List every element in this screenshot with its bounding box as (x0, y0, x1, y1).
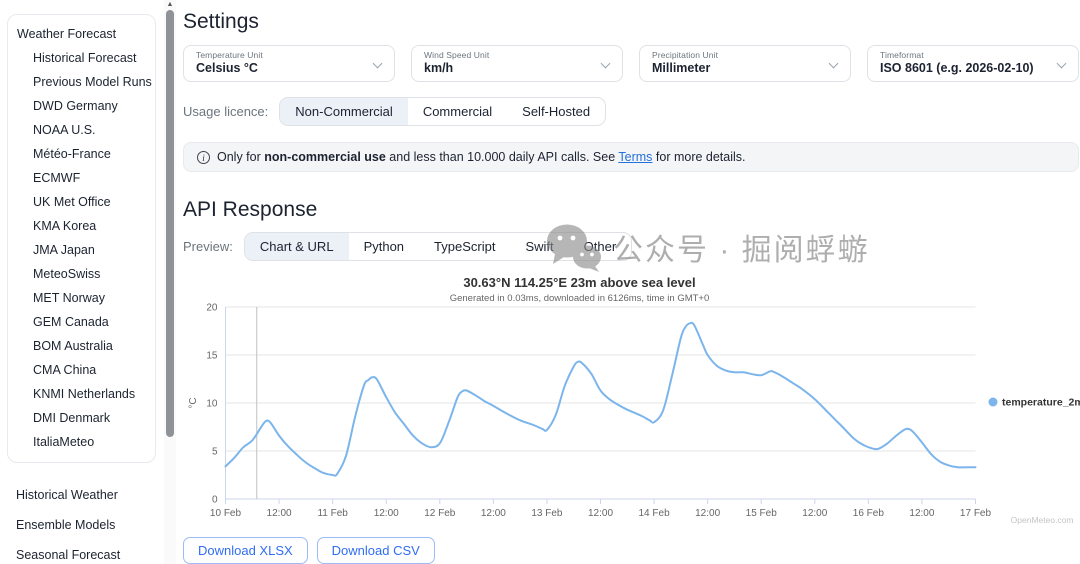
select-label: Temperature Unit (196, 50, 263, 60)
api-response-title: API Response (183, 198, 318, 221)
chevron-down-icon (828, 58, 839, 69)
sidebar-item[interactable]: ECMWF (8, 166, 155, 190)
scroll-up-arrow-icon[interactable]: ▲ (164, 0, 176, 10)
sidebar-item[interactable]: DWD Germany (8, 94, 155, 118)
select-label: Precipitation Unit (652, 50, 719, 60)
main-content: Settings Temperature Unit Celsius °C Wind … (176, 0, 1080, 564)
notice-text: Only for non-commercial use and less tha… (217, 150, 746, 164)
select-label: Wind Speed Unit (424, 50, 490, 60)
x-tick-label: 12 Feb (424, 508, 456, 519)
y-tick-label: 5 (212, 447, 218, 458)
y-tick-label: 10 (206, 399, 218, 410)
licence-option[interactable]: Self-Hosted (507, 98, 605, 125)
x-tick-label: 12:00 (802, 508, 827, 519)
sidebar-item[interactable]: Previous Model Runs (8, 70, 155, 94)
sidebar: Weather Forecast Historical Forecast Previ… (0, 0, 164, 564)
y-tick-label: 15 (206, 351, 218, 362)
sidebar-item[interactable]: GEM Canada (8, 310, 155, 334)
sidebar-item[interactable]: DMI Denmark (8, 406, 155, 430)
y-axis-title: °C (188, 397, 199, 408)
x-tick-label: 17 Feb (960, 508, 992, 519)
preview-row: Preview: Chart & URL Python TypeScript Swif… (183, 232, 1073, 261)
unit-select[interactable]: Wind Speed Unit km/h (411, 45, 623, 82)
info-icon: i (197, 150, 210, 164)
legend-item-temperature_2m[interactable]: temperature_2m (1002, 397, 1080, 409)
licence-row: Usage licence: Non-Commercial Commercial S… (183, 97, 1073, 126)
legend-marker-icon (988, 397, 998, 407)
sidebar-card: Weather Forecast Historical Forecast Previ… (7, 14, 156, 463)
sidebar-item[interactable]: UK Met Office (8, 190, 155, 214)
sidebar-item[interactable]: MET Norway (8, 286, 155, 310)
scrollbar-thumb[interactable] (166, 10, 174, 437)
sidebar-item[interactable]: KMA Korea (8, 214, 155, 238)
x-tick-label: 11 Feb (317, 508, 348, 519)
sidebar-item[interactable]: Historical Forecast (8, 46, 155, 70)
x-tick-label: 15 Feb (746, 508, 778, 519)
chevron-down-icon (600, 58, 611, 69)
licence-option[interactable]: Non-Commercial (280, 98, 408, 125)
sidebar-item[interactable]: BOM Australia (8, 334, 155, 358)
preview-tab[interactable]: Other (569, 233, 632, 260)
sidebar-item[interactable]: MeteoSwiss (8, 262, 155, 286)
chevron-down-icon (1056, 58, 1067, 69)
preview-tabs-group: Chart & URL Python TypeScript Swift Other (243, 232, 633, 261)
preview-tab[interactable]: Swift (510, 233, 568, 260)
y-tick-label: 20 (206, 303, 218, 314)
terms-link[interactable]: Terms (618, 150, 652, 164)
unit-select[interactable]: Precipitation Unit Millimeter (639, 45, 851, 82)
sidebar-bottom: Historical Weather Ensemble Models Seasona… (7, 480, 164, 564)
openmeteo-watermark: OpenMeteo.com (1011, 515, 1074, 525)
x-tick-label: 10 Feb (210, 508, 242, 519)
series-line-temperature_2m (224, 321, 977, 477)
x-tick-label: 12:00 (267, 508, 292, 519)
preview-label: Preview: (183, 239, 233, 254)
select-value: Millimeter (652, 61, 711, 75)
sidebar-item[interactable]: CMA China (8, 358, 155, 382)
chart-title: 30.63°N 114.25°E 23m above sea level (463, 275, 695, 290)
sidebar-item[interactable]: Historical Weather (7, 480, 164, 510)
select-value: km/h (424, 61, 454, 75)
x-tick-label: 12:00 (588, 508, 613, 519)
preview-tab[interactable]: Python (349, 233, 419, 260)
download-buttons-row: Download XLSX Download CSV (183, 537, 1073, 564)
sidebar-item[interactable]: Weather Forecast (8, 22, 155, 46)
licence-label: Usage licence: (183, 104, 269, 119)
licence-option[interactable]: Commercial (408, 98, 507, 125)
y-tick-label: 0 (212, 495, 218, 506)
unit-select[interactable]: Timeformat ISO 8601 (e.g. 2026-02-10) (867, 45, 1079, 82)
unit-selects-row: Temperature Unit Celsius °C Wind Speed Uni… (183, 45, 1079, 82)
x-tick-label: 12:00 (695, 508, 720, 519)
x-tick-label: 16 Feb (853, 508, 885, 519)
sidebar-item[interactable]: NOAA U.S. (8, 118, 155, 142)
sidebar-item[interactable]: Seasonal Forecast (7, 540, 164, 564)
app-window: Weather Forecast Historical Forecast Previ… (0, 0, 1080, 564)
x-tick-label: 12:00 (909, 508, 934, 519)
select-value: Celsius °C (196, 61, 258, 75)
chart-subtitle: Generated in 0.03ms, downloaded in 6126m… (450, 293, 710, 304)
select-value: ISO 8601 (e.g. 2026-02-10) (880, 61, 1034, 75)
sidebar-item[interactable]: ItaliaMeteo (8, 430, 155, 454)
sidebar-item[interactable]: Ensemble Models (7, 510, 164, 540)
x-tick-label: 13 Feb (531, 508, 563, 519)
vertical-scrollbar[interactable]: ▲ (164, 0, 176, 564)
select-label: Timeformat (880, 50, 924, 60)
preview-tab[interactable]: TypeScript (419, 233, 510, 260)
chevron-down-icon (372, 58, 383, 69)
temperature-chart: 30.63°N 114.25°E 23m above sea level Gene… (188, 275, 1080, 525)
chart-container: 30.63°N 114.25°E 23m above sea level Gene… (183, 270, 1080, 528)
download-button[interactable]: Download CSV (316, 537, 435, 564)
x-tick-label: 12:00 (481, 508, 506, 519)
licence-options-group: Non-Commercial Commercial Self-Hosted (279, 97, 607, 126)
x-tick-label: 14 Feb (639, 508, 671, 519)
x-tick-label: 12:00 (374, 508, 399, 519)
sidebar-item[interactable]: JMA Japan (8, 238, 155, 262)
sidebar-item[interactable]: KNMI Netherlands (8, 382, 155, 406)
preview-tab[interactable]: Chart & URL (244, 233, 349, 260)
sidebar-item[interactable]: Météo-France (8, 142, 155, 166)
download-button[interactable]: Download XLSX (183, 537, 308, 564)
notice-banner: i Only for non-commercial use and less t… (183, 142, 1079, 172)
unit-select[interactable]: Temperature Unit Celsius °C (183, 45, 395, 82)
page-title: Settings (183, 10, 259, 33)
